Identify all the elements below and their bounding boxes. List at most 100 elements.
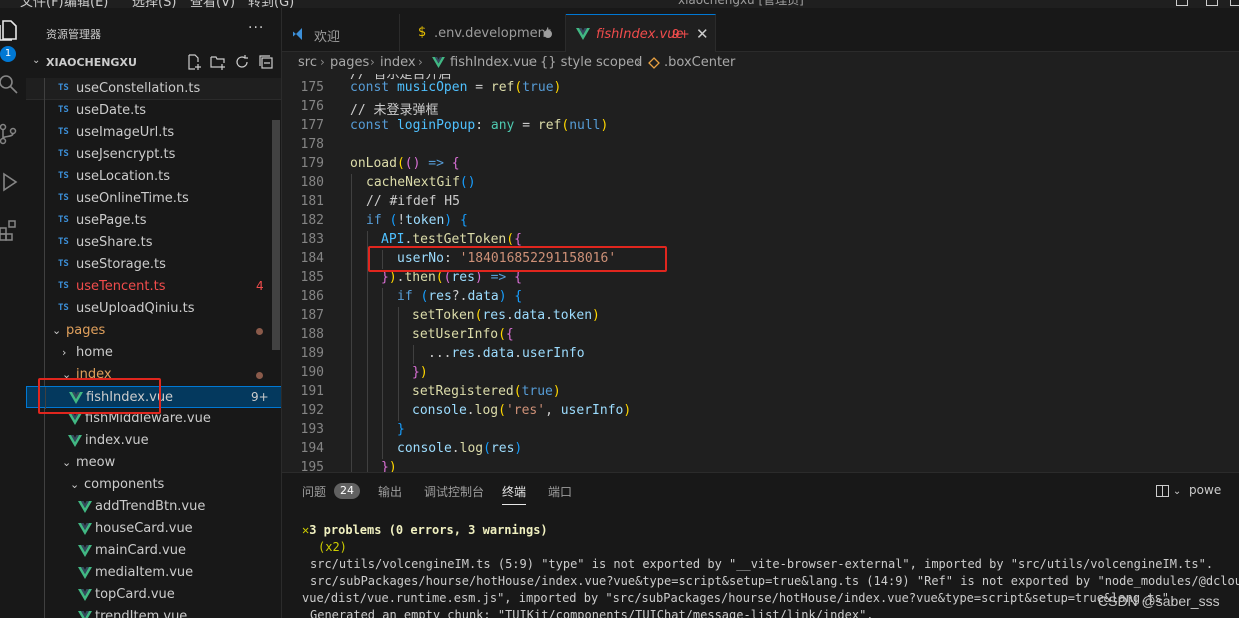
terminal-shell-selector[interactable]: ⌄ powe: [1156, 483, 1221, 497]
tree-indent-guide: [44, 540, 45, 562]
explorer-more-button[interactable]: ···: [248, 20, 264, 36]
tree-file[interactable]: TS useDate.ts: [26, 100, 281, 122]
tree-item-label: houseCard.vue: [95, 521, 193, 536]
tree-item-label: trendItem.vue: [95, 609, 188, 618]
tree-file[interactable]: index.vue: [26, 430, 281, 452]
tree-folder[interactable]: ⌄ pages: [26, 320, 281, 342]
code-text: const musicOpen = ref(true): [350, 80, 562, 95]
tree-indent-guide: [44, 606, 45, 618]
breadcrumb-src[interactable]: src: [298, 55, 317, 70]
tree-file[interactable]: TS useTencent.ts 4: [26, 276, 281, 298]
tree-file[interactable]: TS useJsencrypt.ts: [26, 144, 281, 166]
tree-item-label: useLocation.ts: [76, 169, 170, 184]
terminal-output[interactable]: ✕3 problems (0 errors, 3 warnings) (x2) …: [282, 521, 1239, 618]
chevron-right-icon: ›: [418, 55, 423, 69]
code-editor[interactable]: // 音乐是否开启 175 176 177 178 179 180 181 182 183 184…: [282, 74, 1239, 472]
code-text: }): [381, 460, 397, 472]
code-text: console.log(res): [397, 441, 523, 456]
code-line-179: onLoad(() => {: [282, 155, 1239, 174]
tab-ports[interactable]: 端口: [548, 483, 572, 500]
new-folder-icon[interactable]: [210, 54, 226, 70]
code-line-190: }): [282, 364, 1239, 383]
typescript-icon: TS: [58, 127, 69, 137]
tree-file[interactable]: TS useShare.ts: [26, 232, 281, 254]
typescript-icon: TS: [58, 281, 69, 291]
tree-file[interactable]: TS useOnlineTime.ts: [26, 188, 281, 210]
tree-indent-guide: [44, 188, 45, 210]
tree-folder[interactable]: ⌄ meow: [26, 452, 281, 474]
extensions-icon[interactable]: [0, 216, 26, 244]
typescript-icon: TS: [58, 215, 69, 225]
tree-file[interactable]: TS usePage.ts: [26, 210, 281, 232]
tree-indent-guide: [44, 474, 45, 496]
tree-file[interactable]: TS useUploadQiniu.ts: [26, 298, 281, 320]
breadcrumb-pages[interactable]: pages: [330, 55, 369, 70]
tree-file[interactable]: TS useLocation.ts: [26, 166, 281, 188]
tree-file[interactable]: TS useConstellation.ts: [26, 78, 281, 100]
source-control-icon[interactable]: [0, 120, 26, 148]
search-icon[interactable]: [0, 70, 26, 98]
toggle-sidebar-icon[interactable]: [1176, 0, 1188, 6]
menu-view[interactable]: 查看(V): [190, 0, 235, 8]
breadcrumb-boxcenter[interactable]: .boxCenter: [664, 55, 735, 70]
sidebar-scrollbar[interactable]: [272, 120, 280, 350]
toggle-panel-icon[interactable]: [1206, 0, 1218, 6]
collapse-all-icon[interactable]: [258, 54, 274, 70]
chevron-right-icon: ›: [62, 346, 67, 359]
breadcrumb-index[interactable]: index: [380, 55, 416, 70]
menu-file[interactable]: 文件(F): [20, 0, 64, 8]
tab-debug-console[interactable]: 调试控制台: [424, 483, 484, 500]
tree-file[interactable]: topCard.vue: [26, 584, 281, 606]
tree-item-label: home: [76, 345, 113, 360]
menu-selection[interactable]: 选择(S): [132, 0, 176, 8]
tree-item-label: meow: [76, 455, 116, 470]
code-text: if (res?.data) {: [397, 289, 523, 304]
tab-fishindex-vue[interactable]: fishIndex.vue 9+ ✕: [566, 14, 716, 52]
tab-output[interactable]: 输出: [378, 483, 402, 500]
chevron-down-icon: ⌄: [52, 324, 62, 337]
tab-terminal[interactable]: 终端: [502, 483, 527, 505]
code-text: // 未登录弹框: [350, 103, 439, 118]
tree-file[interactable]: houseCard.vue: [26, 518, 281, 540]
tree-file[interactable]: addTrendBtn.vue: [26, 496, 281, 518]
tree-file[interactable]: TS useImageUrl.ts: [26, 122, 281, 144]
tree-file[interactable]: TS useStorage.ts: [26, 254, 281, 276]
tree-item-label: useImageUrl.ts: [76, 125, 175, 140]
tree-item-label: useUploadQiniu.ts: [76, 301, 195, 316]
tree-item-label: topCard.vue: [95, 587, 175, 602]
tree-file[interactable]: mediaItem.vue: [26, 562, 281, 584]
chevron-down-icon[interactable]: ⌄: [1173, 486, 1181, 497]
breadcrumb-style-scoped[interactable]: {} style scoped: [540, 55, 642, 70]
modified-dot-icon: [256, 372, 263, 379]
tree-file[interactable]: trendItem.vue: [26, 606, 281, 618]
tree-folder[interactable]: › home: [26, 342, 281, 364]
line-number: 178: [300, 137, 324, 152]
breadcrumb-file[interactable]: fishIndex.vue: [450, 55, 537, 70]
tab-env-development[interactable]: $ .env.development: [400, 14, 566, 52]
tab-welcome[interactable]: 欢迎: [282, 14, 400, 52]
code-line-189: ...res.data.userInfo: [282, 345, 1239, 364]
new-file-icon[interactable]: [186, 54, 202, 70]
tree-indent-guide: [44, 100, 45, 122]
indent-guide: [398, 307, 399, 421]
code-line-186: if (res?.data) {: [282, 288, 1239, 307]
menu-go[interactable]: 转到(G): [248, 0, 294, 8]
vue-icon: [78, 611, 92, 618]
tab-problems[interactable]: 问题: [302, 483, 326, 500]
tree-indent-guide: [44, 430, 45, 452]
customize-layout-icon[interactable]: [1230, 0, 1239, 6]
refresh-icon[interactable]: [234, 54, 250, 70]
explorer-icon[interactable]: [0, 16, 26, 44]
line-number-row: 178: [282, 136, 1239, 155]
close-icon[interactable]: ✕: [696, 25, 709, 43]
split-terminal-icon[interactable]: [1156, 484, 1169, 497]
watermark: CSDN @saber_sss: [1098, 593, 1220, 609]
typescript-icon: TS: [58, 259, 69, 269]
code-text: if (!token) {: [366, 213, 468, 228]
tree-file[interactable]: mainCard.vue: [26, 540, 281, 562]
typescript-icon: TS: [58, 237, 69, 247]
run-debug-icon[interactable]: [0, 168, 26, 196]
menu-edit[interactable]: 编辑(E): [64, 0, 108, 8]
tree-folder[interactable]: ⌄ components: [26, 474, 281, 496]
code-text: // #ifdef H5: [366, 194, 460, 209]
